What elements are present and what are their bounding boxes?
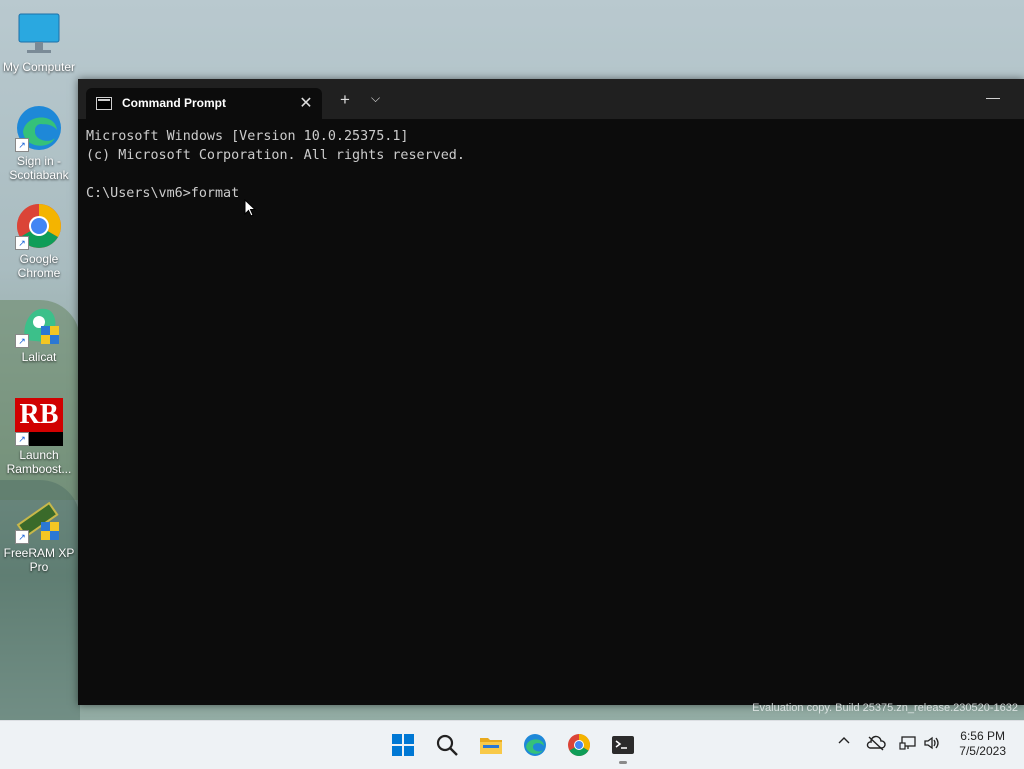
search-icon[interactable] [435,733,459,757]
tab-command-prompt[interactable]: Command Prompt ✕ [86,88,322,119]
tab-dropdown-button[interactable]: ⌵ [371,91,380,106]
lalicat-icon: ↗ [15,300,63,348]
clock-time: 6:56 PM [960,729,1005,743]
desktop-icon-label: Pro [29,560,49,574]
network-icon[interactable] [899,735,917,754]
desktop-icon-label: Scotiabank [9,168,69,182]
desktop-icon-scotiabank[interactable]: ↗ Sign in - Scotiabank [0,104,78,182]
desktop-icon-label: My Computer [2,60,76,74]
mouse-pointer-icon [244,199,256,217]
volume-icon[interactable] [923,735,941,754]
terminal-icon[interactable] [611,733,635,757]
console-line: ​ [86,165,465,184]
shortcut-arrow-icon: ↗ [15,236,29,250]
desktop-icon-label: FreeRAM XP [3,546,75,560]
desktop-icon-ramboost[interactable]: RB ↗ Launch Ramboost... [0,398,78,476]
minimize-button[interactable]: — [986,89,1000,105]
console-line: (c) Microsoft Corporation. All rights re… [86,148,465,163]
desktop-icon-label: Lalicat [21,350,57,364]
edge-icon: ↗ [15,104,63,152]
tab-title: Command Prompt [122,96,227,110]
onedrive-offline-icon[interactable] [866,735,886,754]
shortcut-arrow-icon: ↗ [15,530,29,544]
evaluation-watermark: Evaluation copy. Build 25375.zn_release.… [752,702,1018,714]
new-tab-button[interactable]: + [340,91,350,108]
desktop-icon-label: Chrome [17,266,61,280]
start-icon[interactable] [391,733,415,757]
monitor-icon [15,10,63,58]
freeram-icon: ↗ [15,496,63,544]
terminal-running-indicator [619,761,627,764]
desktop-icon-google-chrome[interactable]: ↗ Google Chrome [0,202,78,280]
terminal-window[interactable]: Command Prompt ✕ + ⌵ — Microsoft Windows… [78,79,1024,705]
edge-icon[interactable] [523,733,547,757]
terminal-titlebar[interactable]: Command Prompt ✕ + ⌵ — [78,79,1024,119]
ramboost-logo-text: RB [19,399,59,430]
desktop-icon-label: Sign in - [16,154,62,168]
ramboost-icon: RB ↗ [15,398,63,446]
shortcut-arrow-icon: ↗ [15,432,29,446]
console-line: Microsoft Windows [Version 10.0.25375.1] [86,129,409,144]
console-prompt-line[interactable]: C:\Users\vm6>format [86,184,465,203]
desktop-icon-lalicat[interactable]: ↗ Lalicat [0,300,78,364]
console-output[interactable]: Microsoft Windows [Version 10.0.25375.1]… [86,127,465,203]
system-clock[interactable]: 6:56 PM 7/5/2023 [959,729,1006,759]
file-explorer-icon[interactable] [479,733,503,757]
desktop-icon-label: Launch [19,448,59,462]
taskbar: 6:56 PM 7/5/2023 [0,720,1024,769]
desktop-icon-label: Google [19,252,59,266]
tab-close-button[interactable]: ✕ [298,93,314,113]
desktop-icon-label: Ramboost... [6,462,72,476]
shortcut-arrow-icon: ↗ [15,138,29,152]
desktop-icon-freeram[interactable]: ↗ FreeRAM XP Pro [0,496,78,574]
cmd-icon [96,97,112,110]
clock-date: 7/5/2023 [959,744,1006,758]
chrome-icon[interactable] [567,733,591,757]
shortcut-arrow-icon: ↗ [15,334,29,348]
chrome-icon: ↗ [15,202,63,250]
desktop-icon-my-computer[interactable]: My Computer [0,10,78,74]
show-hidden-icons-chevron[interactable] [838,735,850,750]
